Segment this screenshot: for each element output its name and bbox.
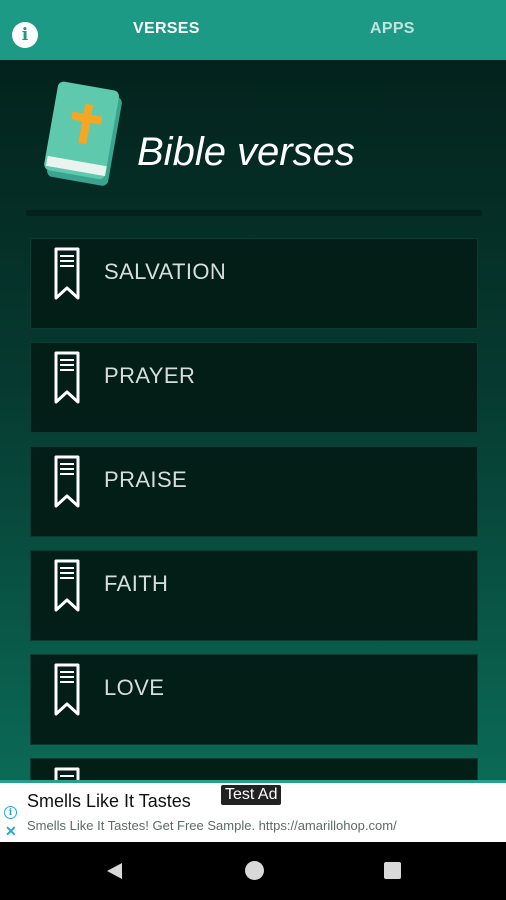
bookmark-icon	[54, 351, 80, 404]
topic-label: SALVATION	[104, 259, 227, 284]
ad-title[interactable]: Smells Like It Tastes	[27, 791, 191, 812]
header-divider	[26, 210, 482, 216]
ad-info-icon[interactable]: i	[4, 806, 17, 819]
topic-item[interactable]: SALVATION	[30, 238, 478, 329]
topic-label: PRAISE	[104, 467, 188, 492]
topic-item[interactable]: PRAISE	[30, 446, 478, 537]
ad-test-badge: Test Ad	[221, 785, 282, 805]
tab-verses[interactable]: VERSES	[133, 20, 200, 38]
bookmark-icon	[54, 559, 80, 612]
system-nav-bar	[0, 842, 506, 900]
topic-label: FAITH	[104, 571, 169, 596]
home-icon[interactable]	[245, 861, 264, 880]
topic-item[interactable]: LOVE	[30, 654, 478, 745]
info-icon[interactable]: i	[12, 22, 38, 48]
topic-item[interactable]: FAITH	[30, 550, 478, 641]
recents-icon[interactable]	[384, 862, 401, 879]
topic-label: PRAYER	[104, 363, 196, 388]
bookmark-icon	[54, 247, 80, 300]
back-icon[interactable]	[104, 861, 124, 881]
verses-screen: Bible verses SALVATION PRAYER PRAISE FAITH L…	[0, 60, 506, 780]
top-app-bar: i VERSES APPS	[0, 0, 506, 60]
bookmark-icon	[54, 663, 80, 716]
topic-label: LOVE	[104, 675, 165, 700]
topic-list: SALVATION PRAYER PRAISE FAITH LOVE	[30, 238, 478, 780]
bookmark-icon	[54, 455, 80, 508]
ad-banner[interactable]: i ✕ Smells Like It Tastes Test Ad Smells…	[0, 780, 506, 842]
topic-item[interactable]: PRAYER	[30, 342, 478, 433]
ad-close-icon[interactable]: ✕	[5, 823, 17, 840]
topic-item[interactable]	[30, 758, 478, 780]
bible-book-icon	[44, 81, 122, 186]
ad-subtitle[interactable]: Smells Like It Tastes! Get Free Sample. …	[27, 818, 397, 833]
tab-apps[interactable]: APPS	[370, 20, 415, 38]
bookmark-icon	[54, 767, 80, 780]
header: Bible verses	[0, 60, 506, 220]
app-title: Bible verses	[137, 130, 355, 174]
